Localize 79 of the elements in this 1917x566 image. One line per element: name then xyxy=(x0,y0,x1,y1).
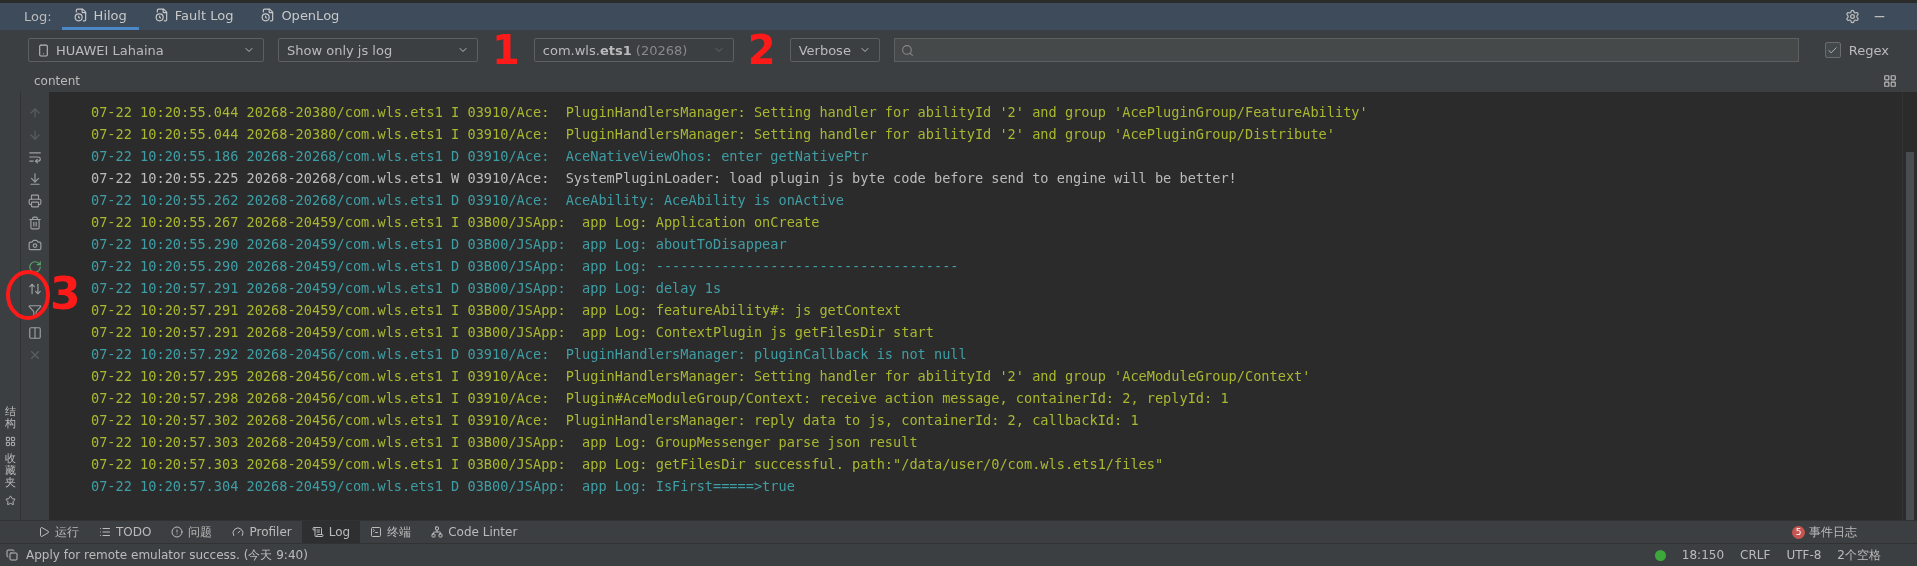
log-line: 07-22 10:20:55.290 20268-20459/com.wls.ets1 D 03B00/JSApp: app Log: ------------------------------------- xyxy=(91,257,960,276)
tool-window-icon xyxy=(370,526,383,538)
content-header: content xyxy=(34,74,80,88)
log-line: 07-22 10:20:55.044 20268-20380/com.wls.ets1 I 03910/Ace: PluginHandlersManager: Setting handler for abilityId '2' and group 'AcePluginGroup/FeatureAbility' xyxy=(91,103,1369,122)
tool-window-tab[interactable]: Profiler xyxy=(222,521,302,543)
layout-icon[interactable] xyxy=(1883,74,1897,88)
log-line: 07-22 10:20:57.303 20268-20459/com.wls.ets1 I 03B00/JSApp: app Log: getFilesDir successful. path:"/data/user/0/com.wls.ets1/files" xyxy=(91,455,1165,474)
log-tab[interactable]: Hilog xyxy=(61,3,139,30)
search-field[interactable] xyxy=(893,38,1799,62)
log-line: 07-22 10:20:57.291 20268-20459/com.wls.ets1 I 03B00/JSApp: app Log: ContextPlugin js getFilesDir start xyxy=(91,323,935,342)
settings-icon[interactable] xyxy=(1845,9,1860,24)
sort-icon[interactable] xyxy=(28,282,42,296)
status-dot-icon xyxy=(1654,549,1666,561)
device-dropdown[interactable]: HUAWEI Lahaina xyxy=(28,38,264,62)
log-line: 07-22 10:20:57.302 20268-20456/com.wls.ets1 I 03910/Ace: PluginHandlersManager: reply data to js, containerId: 2, callbackId: 1 xyxy=(91,411,1140,430)
tool-window-icon xyxy=(38,526,50,538)
check-icon xyxy=(1827,44,1839,56)
tool-window-icon xyxy=(171,526,184,538)
log-file-icon xyxy=(261,8,276,22)
print-icon[interactable] xyxy=(28,194,42,208)
tool-window-tab[interactable]: 问题 xyxy=(161,521,223,543)
log-line: 07-22 10:20:57.291 20268-20459/com.wls.ets1 I 03B00/JSApp: app Log: featureAbility#: js getContext xyxy=(91,301,903,320)
log-file-icon xyxy=(154,8,169,22)
log-line: 07-22 10:20:55.267 20268-20459/com.wls.ets1 I 03B00/JSApp: app Log: Application onCreate xyxy=(91,213,821,232)
log-tab[interactable]: OpenLog xyxy=(249,3,352,30)
status-item[interactable]: UTF-8 xyxy=(1786,548,1822,562)
log-line: 07-22 10:20:55.044 20268-20380/com.wls.ets1 I 03910/Ace: PluginHandlersManager: Setting handler for abilityId '2' and group 'AcePluginGroup/Distribute' xyxy=(91,125,1336,144)
star-icon[interactable] xyxy=(4,495,16,506)
regex-checkbox[interactable] xyxy=(1824,42,1841,58)
log-line: 07-22 10:20:55.225 20268-20268/com.wls.ets1 W 03910/Ace: SystemPluginLoader: load plugin js byte code before send to engine will be better! xyxy=(91,169,1238,188)
tool-window-icon xyxy=(232,526,245,538)
log-line: 07-22 10:20:55.186 20268-20268/com.wls.ets1 D 03910/Ace: AceNativeViewOhos: enter getNativePtr xyxy=(91,147,870,166)
log-filter-dropdown[interactable]: Show only js log xyxy=(278,38,478,62)
search-icon xyxy=(900,43,914,57)
log-line: 07-22 10:20:55.290 20268-20459/com.wls.ets1 D 03B00/JSApp: app Log: aboutToDisappear xyxy=(91,235,788,254)
side-tool-label[interactable]: 收藏夹 xyxy=(4,452,16,489)
level-dropdown[interactable]: Verbose xyxy=(789,38,880,62)
filter-icon[interactable] xyxy=(28,304,42,318)
tool-window-tab[interactable]: TODO xyxy=(89,521,162,543)
structure-icon[interactable] xyxy=(4,435,16,447)
tool-window-icon xyxy=(311,526,324,538)
scroll-to-end-icon[interactable] xyxy=(28,172,42,186)
tool-window-icon xyxy=(99,526,111,538)
annotation-number: 2 xyxy=(747,30,776,70)
event-log-link[interactable]: 事件日志 xyxy=(1809,523,1857,541)
status-item[interactable]: 18:150 xyxy=(1681,548,1725,562)
status-item[interactable]: CRLF xyxy=(1740,548,1771,562)
regex-label: Regex xyxy=(1848,42,1889,58)
tool-window-tab[interactable]: 运行 xyxy=(28,521,89,543)
layout-icon[interactable] xyxy=(28,326,42,340)
tool-window-tab[interactable]: 终端 xyxy=(360,521,422,543)
scrollbar[interactable] xyxy=(1906,152,1914,520)
tool-window-tab[interactable]: Code Linter xyxy=(421,521,528,543)
log-line: 07-22 10:20:55.262 20268-20268/com.wls.ets1 D 03910/Ace: AceAbility: AceAbility is onActive xyxy=(91,191,845,210)
log-line: 07-22 10:20:57.298 20268-20456/com.wls.ets1 I 03910/Ace: Plugin#AceModuleGroup/Context: receive action message, containerId: 2, replyId: 1 xyxy=(91,389,1230,408)
log-line: 07-22 10:20:57.291 20268-20459/com.wls.ets1 D 03B00/JSApp: app Log: delay 1s xyxy=(91,279,723,298)
phone-icon xyxy=(37,43,50,57)
log-label: Log: xyxy=(24,9,52,24)
side-tool-label[interactable]: 结构 xyxy=(4,405,16,430)
tool-window-icon xyxy=(431,526,444,538)
wrap-icon[interactable] xyxy=(28,150,42,164)
log-file-icon xyxy=(73,8,88,22)
annotation-number: 3 xyxy=(50,272,81,316)
restart-icon[interactable] xyxy=(28,260,42,274)
annotation-number: 1 xyxy=(492,30,520,70)
status-item[interactable]: 2个空格 xyxy=(1837,546,1881,564)
trash-icon[interactable] xyxy=(28,216,42,230)
event-count-badge: 5 xyxy=(1792,525,1805,539)
log-tab[interactable]: Fault Log xyxy=(142,3,246,30)
camera-icon[interactable] xyxy=(28,238,42,252)
log-line: 07-22 10:20:57.292 20268-20456/com.wls.ets1 D 03910/Ace: PluginHandlersManager: pluginCallback is not null xyxy=(91,345,968,364)
log-line: 07-22 10:20:57.295 20268-20456/com.wls.ets1 I 03910/Ace: PluginHandlersManager: Setting handler for abilityId '2' and group 'AceModuleGroup/Context' xyxy=(91,367,1312,386)
status-message: Apply for remote emulator success. (今天 9:40) xyxy=(26,546,308,564)
annotation-circle xyxy=(4,268,52,322)
log-line: 07-22 10:20:57.304 20268-20459/com.wls.ets1 D 03B00/JSApp: app Log: IsFirst=====>true xyxy=(91,477,796,496)
log-line: 07-22 10:20:57.303 20268-20459/com.wls.ets1 I 03B00/JSApp: app Log: GroupMessenger parse json result xyxy=(91,433,919,452)
process-dropdown[interactable]: com.wls.ets1 (20268) xyxy=(533,38,734,62)
tool-window-tab[interactable]: Log xyxy=(301,521,361,543)
panel-icon[interactable] xyxy=(6,549,18,561)
